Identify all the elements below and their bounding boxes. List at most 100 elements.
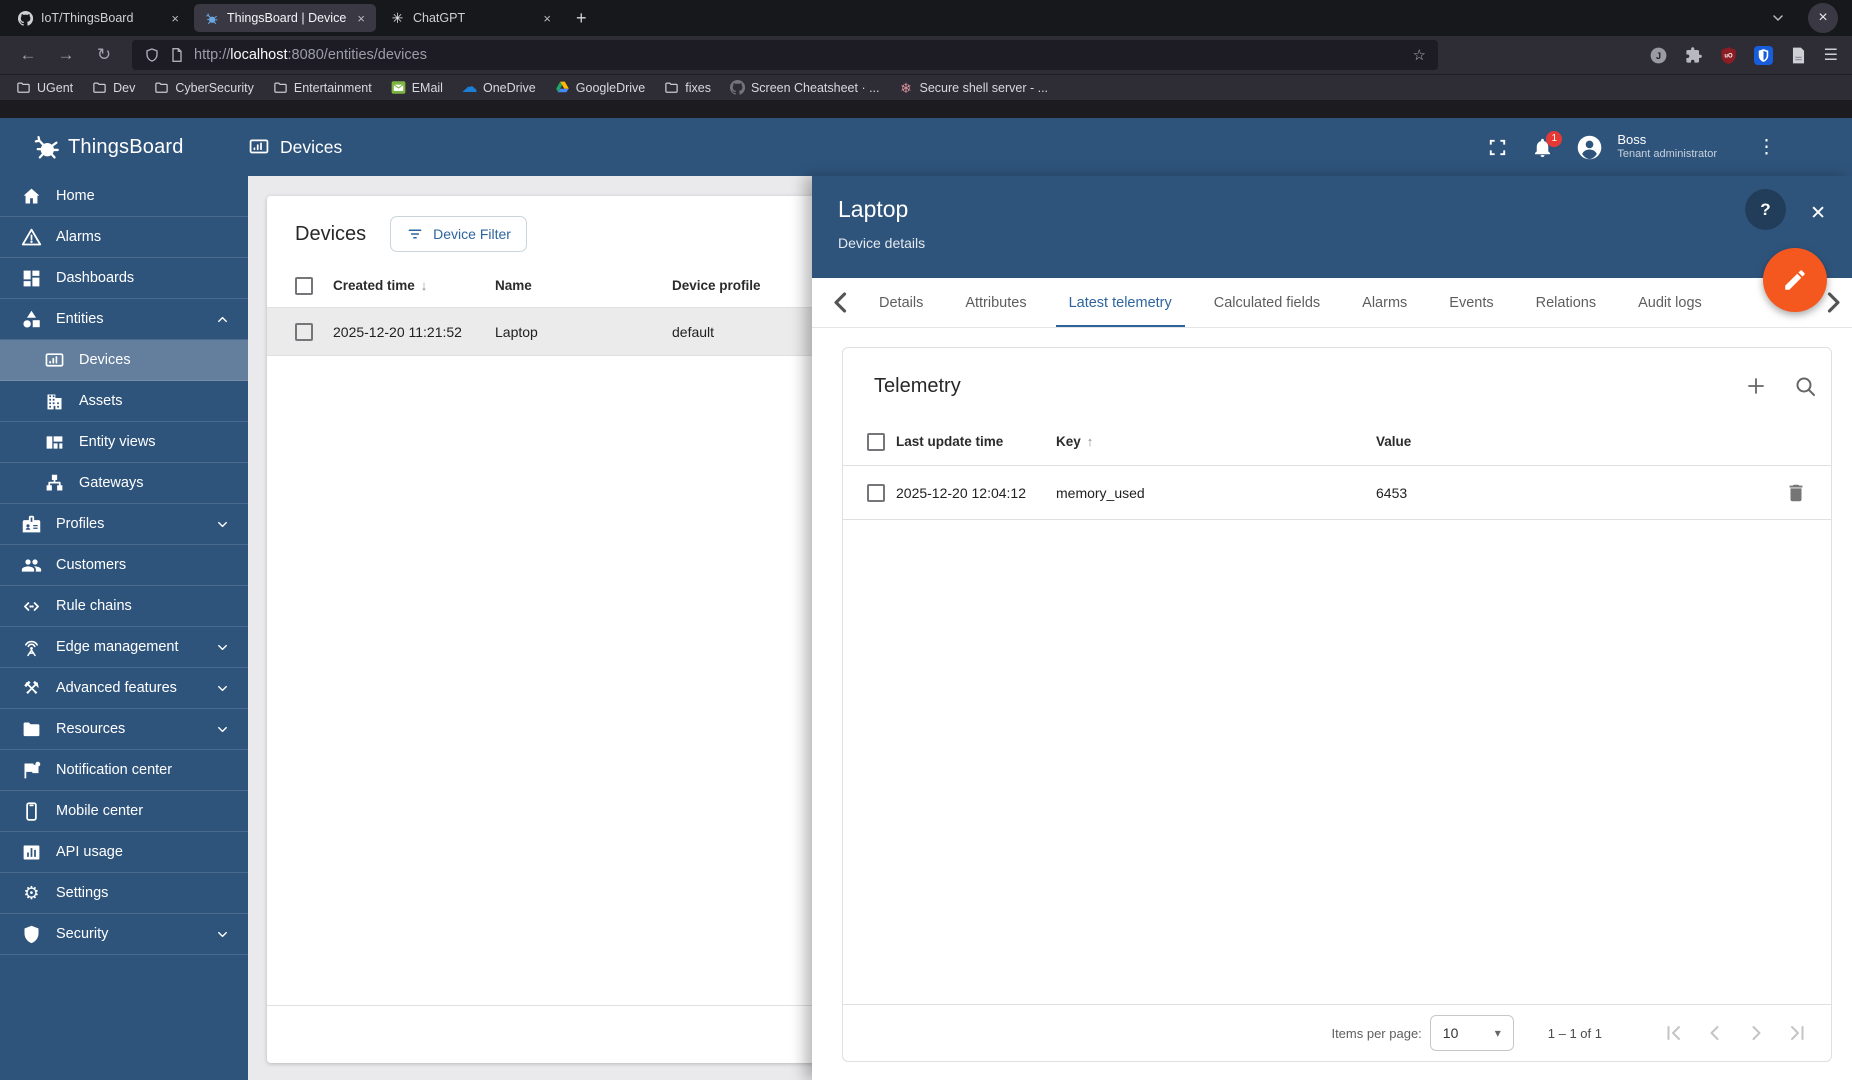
select-all-checkbox[interactable] (295, 276, 313, 295)
sidebar-item-api-usage[interactable]: API usage (0, 832, 248, 873)
tab-close-icon[interactable]: × (168, 11, 182, 26)
bookmark-folder-cybersecurity[interactable]: CyberSecurity (154, 80, 254, 95)
browser-tab-iot-thingsboard[interactable]: IoT/ThingsBoard × (8, 4, 190, 32)
sidebar-item-devices[interactable]: Devices (0, 340, 248, 381)
column-last-update-time[interactable]: Last update time (896, 434, 1056, 449)
user-info[interactable]: Boss Tenant administrator (1617, 132, 1717, 162)
browser-window: IoT/ThingsBoard × ThingsBoard | Devices … (0, 0, 1852, 1080)
column-key[interactable]: Key ↑ (1056, 434, 1376, 449)
sidebar-item-assets[interactable]: Assets (0, 381, 248, 422)
list-all-tabs-chevron-icon[interactable] (1770, 10, 1786, 26)
bookmark-folder-dev[interactable]: Dev (92, 80, 135, 95)
tab-details[interactable]: Details (858, 278, 944, 327)
edit-device-fab[interactable] (1763, 248, 1827, 312)
extensions-puzzle-icon[interactable] (1684, 46, 1703, 65)
tab-calculated-fields[interactable]: Calculated fields (1193, 278, 1341, 327)
select-all-checkbox[interactable] (867, 432, 885, 451)
notes-document-icon[interactable] (1789, 46, 1808, 65)
page-info-icon[interactable] (169, 47, 185, 63)
bitwarden-icon[interactable] (1753, 45, 1773, 65)
sidebar-item-resources[interactable]: Resources (0, 709, 248, 750)
search-icon[interactable] (1793, 374, 1817, 398)
tab-title: ThingsBoard | Devices (227, 11, 347, 25)
reload-button[interactable]: ↻ (90, 45, 118, 65)
last-page-button[interactable] (1785, 1021, 1809, 1045)
bookmark-email[interactable]: EMail (391, 80, 443, 95)
bookmark-folder-ugent[interactable]: UGent (16, 80, 73, 95)
tab-close-icon[interactable]: × (354, 11, 368, 26)
account-j-icon[interactable]: J (1649, 46, 1668, 65)
browser-tab-chatgpt[interactable]: ✳ ChatGPT × (380, 4, 562, 32)
tab-latest-telemetry[interactable]: Latest telemetry (1048, 278, 1193, 327)
sidebar-item-customers[interactable]: Customers (0, 545, 248, 586)
user-avatar[interactable] (1576, 134, 1603, 161)
sidebar-item-advanced-features[interactable]: ⚒ Advanced features (0, 668, 248, 709)
close-details-button[interactable]: ✕ (1810, 202, 1826, 225)
sidebar-item-home[interactable]: Home (0, 176, 248, 217)
bookmark-folder-entertainment[interactable]: Entertainment (273, 80, 372, 95)
fullscreen-button[interactable] (1486, 136, 1509, 159)
devices-icon (248, 136, 270, 158)
sidebar-item-edge-management[interactable]: Edge management (0, 627, 248, 668)
tab-close-icon[interactable]: × (540, 11, 554, 26)
tab-audit-logs[interactable]: Audit logs (1617, 278, 1723, 327)
url-text[interactable]: http://localhost:8080/entities/devices (194, 47, 1404, 63)
filter-icon (406, 225, 424, 243)
telemetry-pagination: Items per page: 10 ▾ 1 – 1 of 1 (843, 1004, 1831, 1061)
bookmark-googledrive[interactable]: GoogleDrive (555, 80, 645, 95)
details-header: Laptop Device details ? ✕ (812, 176, 1852, 278)
previous-page-button[interactable] (1703, 1021, 1727, 1045)
sidebar-item-dashboards[interactable]: Dashboards (0, 258, 248, 299)
pagination-range-label: 1 – 1 of 1 (1547, 1025, 1602, 1041)
sidebar-item-security[interactable]: Security (0, 914, 248, 955)
telemetry-row-memory-used[interactable]: 2025-12-20 12:04:12 memory_used 6453 (843, 466, 1831, 520)
sidebar-item-gateways[interactable]: Gateways (0, 463, 248, 504)
device-filter-button[interactable]: Device Filter (390, 216, 527, 252)
sidebar-item-settings[interactable]: ⚙ Settings (0, 873, 248, 914)
sidebar-item-entity-views[interactable]: Entity views (0, 422, 248, 463)
sidebar-item-entities[interactable]: Entities (0, 299, 248, 340)
notifications-button[interactable]: 1 (1531, 130, 1563, 159)
delete-telemetry-button[interactable] (1785, 482, 1807, 504)
menu-hamburger-icon[interactable]: ☰ (1824, 45, 1838, 65)
sidebar-item-alarms[interactable]: Alarms (0, 217, 248, 258)
new-tab-button[interactable]: + (564, 8, 599, 29)
row-checkbox[interactable] (867, 483, 885, 502)
help-button[interactable]: ? (1745, 189, 1786, 230)
antenna-icon (21, 637, 42, 658)
forward-button[interactable]: → (52, 45, 80, 65)
sidebar-item-mobile-center[interactable]: Mobile center (0, 791, 248, 832)
sidebar-item-notification-center[interactable]: Notification center (0, 750, 248, 791)
browser-tab-thingsboard-devices[interactable]: ThingsBoard | Devices × (194, 4, 376, 32)
back-button[interactable]: ← (14, 45, 42, 65)
bookmark-screen-cheatsheet[interactable]: Screen Cheatsheet · ... (730, 80, 880, 95)
bookmark-onedrive[interactable]: ☁ OneDrive (461, 79, 535, 95)
tab-relations[interactable]: Relations (1515, 278, 1617, 327)
url-bar[interactable]: http://localhost:8080/entities/devices ☆ (132, 40, 1438, 70)
ublock-origin-icon[interactable]: uO (1719, 46, 1738, 65)
tab-alarms[interactable]: Alarms (1341, 278, 1428, 327)
tab-attributes[interactable]: Attributes (944, 278, 1047, 327)
column-created-time[interactable]: Created time ↓ (333, 278, 495, 293)
more-menu-icon[interactable]: ⋮ (1739, 136, 1776, 159)
add-telemetry-button[interactable] (1744, 374, 1768, 398)
column-name[interactable]: Name (495, 278, 672, 293)
sidebar-item-rule-chains[interactable]: Rule chains (0, 586, 248, 627)
tracking-protection-shield-icon[interactable] (144, 47, 160, 63)
sidebar-item-profiles[interactable]: Profiles (0, 504, 248, 545)
next-page-button[interactable] (1744, 1021, 1768, 1045)
row-checkbox[interactable] (295, 322, 313, 341)
bookmark-secure-shell-server[interactable]: ❄ Secure shell server - ... (899, 80, 1048, 95)
people-icon (21, 555, 42, 576)
page-size-select[interactable]: 10 ▾ (1429, 1015, 1514, 1051)
first-page-button[interactable] (1662, 1021, 1686, 1045)
bookmark-folder-fixes[interactable]: fixes (664, 80, 711, 95)
folder-icon (16, 80, 31, 95)
bookmark-star-icon[interactable]: ☆ (1413, 46, 1426, 64)
window-close-button[interactable]: × (1808, 3, 1838, 33)
column-value[interactable]: Value (1376, 434, 1831, 449)
dashboards-icon (21, 268, 42, 289)
tabs-scroll-left-icon[interactable] (824, 278, 858, 327)
gear-icon: ⚙ (23, 882, 40, 903)
tab-events[interactable]: Events (1428, 278, 1514, 327)
